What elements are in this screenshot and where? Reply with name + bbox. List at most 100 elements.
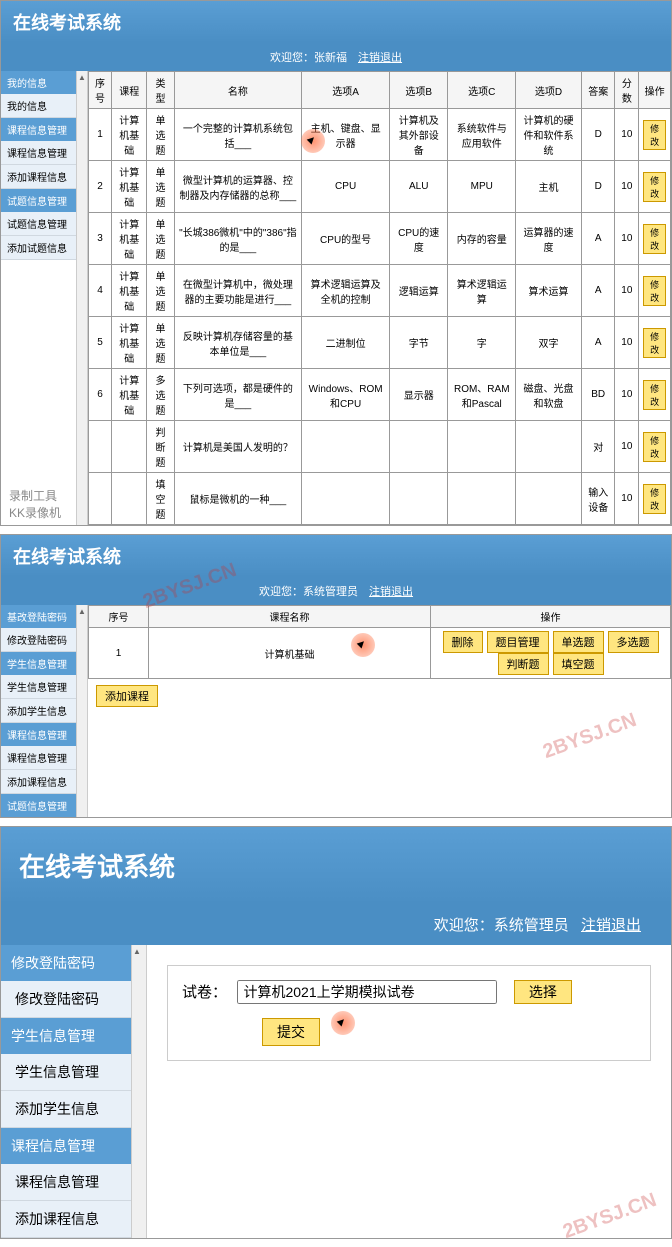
cell: [302, 473, 390, 525]
th: 类型: [147, 72, 174, 109]
cell: [390, 421, 448, 473]
op-button[interactable]: 题目管理: [487, 631, 549, 653]
cell: 10: [615, 109, 639, 161]
side-item-student-add[interactable]: 添加学生信息: [1, 699, 76, 723]
cell: 系统软件与应用软件: [448, 109, 516, 161]
edit-button[interactable]: 修改: [643, 328, 666, 358]
app-title: 在线考试系统: [1, 1, 671, 43]
edit-button[interactable]: 修改: [643, 172, 666, 202]
cell: A: [581, 317, 615, 369]
side-item-myinfo[interactable]: 我的信息: [1, 94, 76, 118]
collapse-handle[interactable]: [76, 71, 88, 525]
edit-button[interactable]: 修改: [643, 432, 666, 462]
cell: 一个完整的计算机系统包括___: [174, 109, 302, 161]
cell-name: 计算机基础: [149, 628, 431, 679]
cell: 磁盘、光盘和软盘: [516, 369, 582, 421]
cell: CPU的速度: [390, 213, 448, 265]
add-course-button[interactable]: 添加课程: [96, 685, 158, 707]
table-row: 1 计算机基础 删除题目管理单选题多选题判断题填空题: [89, 628, 671, 679]
side-item-question-add[interactable]: 添加试题信息: [1, 236, 76, 260]
logout-link[interactable]: 注销退出: [369, 586, 413, 598]
side-group-question[interactable]: 试题信息管理: [1, 189, 76, 212]
cell: MPU: [448, 161, 516, 213]
op-button[interactable]: 填空题: [553, 653, 604, 675]
side-group-student[interactable]: 学生信息管理: [1, 652, 76, 675]
op-button[interactable]: 删除: [443, 631, 483, 653]
cell-ops: 删除题目管理单选题多选题判断题填空题: [431, 628, 671, 679]
edit-button[interactable]: 修改: [643, 484, 666, 514]
side-item-student-mgmt[interactable]: 学生信息管理: [1, 675, 76, 699]
submit-button[interactable]: 提交: [262, 1018, 320, 1046]
cell: 在微型计算机中，微处理器的主要功能是进行___: [174, 265, 302, 317]
cell: 计算机基础: [112, 317, 147, 369]
table-row: 3计算机基础单选题"长城386微机"中的"386"指的是___CPU的型号CPU…: [89, 213, 671, 265]
cell: A: [581, 265, 615, 317]
main-content: 序号课程类型名称选项A选项B选项C选项D答案分数操作 1计算机基础单选题一个完整…: [88, 71, 671, 525]
cell: 单选题: [147, 213, 174, 265]
cell: 10: [615, 473, 639, 525]
side-group-course[interactable]: 课程信息管理: [1, 118, 76, 141]
side-group-course[interactable]: 课程信息管理: [1, 723, 76, 746]
edit-button[interactable]: 修改: [643, 120, 666, 150]
side-group-course[interactable]: 课程信息管理: [1, 1128, 131, 1164]
side-item-pwd[interactable]: 修改登陆密码: [1, 981, 131, 1018]
select-button[interactable]: 选择: [514, 980, 572, 1004]
side-item-pwd[interactable]: 修改登陆密码: [1, 628, 76, 652]
side-group-myinfo[interactable]: 我的信息: [1, 71, 76, 94]
side-item-course-mgmt[interactable]: 课程信息管理: [1, 746, 76, 770]
cell: 4: [89, 265, 112, 317]
op-button[interactable]: 多选题: [608, 631, 659, 653]
edit-button[interactable]: 修改: [643, 276, 666, 306]
cell: 1: [89, 109, 112, 161]
side-item-course-mgmt[interactable]: 课程信息管理: [1, 141, 76, 165]
th: 课程: [112, 72, 147, 109]
th: 选项B: [390, 72, 448, 109]
side-item-course-mgmt[interactable]: 课程信息管理: [1, 1164, 131, 1201]
cell: [89, 421, 112, 473]
cell: 单选题: [147, 161, 174, 213]
op-button[interactable]: 单选题: [553, 631, 604, 653]
side-group-question[interactable]: 试题信息管理: [1, 794, 76, 817]
cell: 运算器的速度: [516, 213, 582, 265]
frame-2: 在线考试系统 欢迎您：系统管理员 注销退出 基改登陆密码 修改登陆密码 学生信息…: [0, 534, 672, 818]
edit-button[interactable]: 修改: [643, 380, 666, 410]
side-item-course-add[interactable]: 添加课程信息: [1, 770, 76, 794]
cell: 10: [615, 161, 639, 213]
side-item-student-add[interactable]: 添加学生信息: [1, 1091, 131, 1128]
cell: 主机、键盘、显示器: [302, 109, 390, 161]
cell: [516, 421, 582, 473]
logout-link[interactable]: 注销退出: [581, 917, 641, 934]
app-title: 在线考试系统: [1, 535, 671, 577]
cell: 字: [448, 317, 516, 369]
cell: 单选题: [147, 317, 174, 369]
cell: CPU的型号: [302, 213, 390, 265]
table-row: 5计算机基础单选题反映计算机存储容量的基本单位是___二进制位字节字双字A10修…: [89, 317, 671, 369]
side-item-course-add[interactable]: 添加课程信息: [1, 165, 76, 189]
edit-button[interactable]: 修改: [643, 224, 666, 254]
collapse-handle[interactable]: [76, 605, 88, 817]
logout-link[interactable]: 注销退出: [358, 52, 402, 64]
table-row: 4计算机基础单选题在微型计算机中，微处理器的主要功能是进行___算术逻辑运算及全…: [89, 265, 671, 317]
cell: [448, 421, 516, 473]
side-group-pwd[interactable]: 基改登陆密码: [1, 605, 76, 628]
welcome-bar: 欢迎您：系统管理员 注销退出: [1, 577, 671, 605]
cell: 10: [615, 369, 639, 421]
side-group-pwd[interactable]: 修改登陆密码: [1, 945, 131, 981]
cell: "长城386微机"中的"386"指的是___: [174, 213, 302, 265]
collapse-handle[interactable]: [131, 945, 147, 1238]
welcome-text: 欢迎您：系统管理员: [434, 917, 569, 934]
op-button[interactable]: 判断题: [498, 653, 549, 675]
cell: [448, 473, 516, 525]
paper-input[interactable]: [237, 980, 497, 1004]
side-item-course-add[interactable]: 添加课程信息: [1, 1201, 131, 1238]
cell: 填空题: [147, 473, 174, 525]
side-item-student-mgmt[interactable]: 学生信息管理: [1, 1054, 131, 1091]
side-group-student[interactable]: 学生信息管理: [1, 1018, 131, 1054]
welcome-text: 欢迎您：张新福: [270, 52, 347, 64]
table-row: 6计算机基础多选题下列可选项，都是硬件的是___Windows、ROM和CPU显…: [89, 369, 671, 421]
table-row: 填空题鼠标是微机的一种___输入设备10修改: [89, 473, 671, 525]
question-table: 序号课程类型名称选项A选项B选项C选项D答案分数操作 1计算机基础单选题一个完整…: [88, 71, 671, 525]
welcome-text: 欢迎您：系统管理员: [259, 586, 358, 598]
side-item-question-mgmt[interactable]: 试题信息管理: [1, 212, 76, 236]
th: 名称: [174, 72, 302, 109]
